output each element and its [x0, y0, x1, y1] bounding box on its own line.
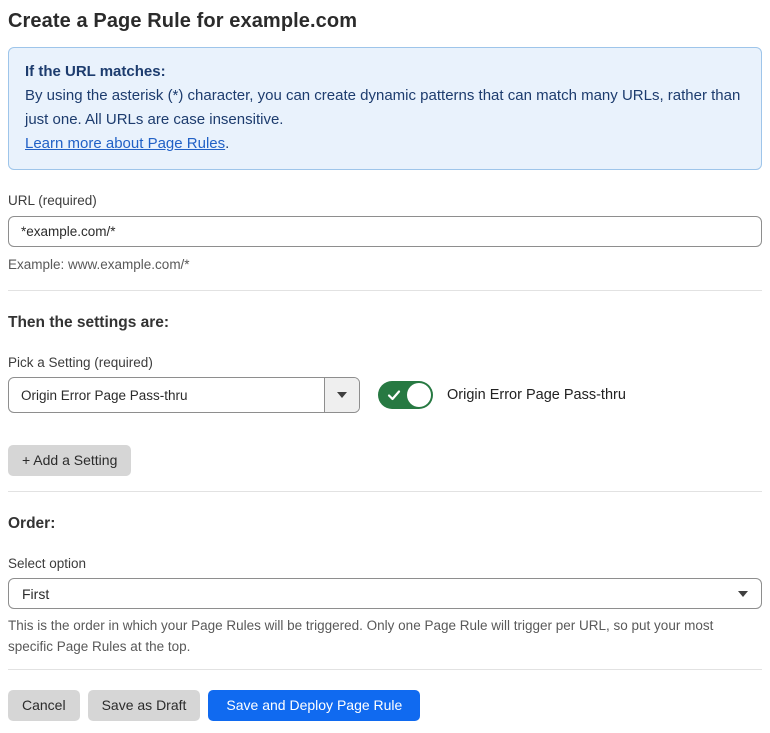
save-deploy-button[interactable]: Save and Deploy Page Rule — [208, 690, 421, 721]
page-rule-form: Create a Page Rule for example.com If th… — [0, 0, 770, 733]
setting-dropdown-arrow-button[interactable] — [324, 378, 359, 412]
divider — [8, 290, 762, 291]
add-setting-button[interactable]: + Add a Setting — [8, 445, 132, 476]
footer-actions: Cancel Save as Draft Save and Deploy Pag… — [8, 690, 762, 721]
cancel-button[interactable]: Cancel — [8, 690, 80, 721]
setting-dropdown-value: Origin Error Page Pass-thru — [21, 387, 188, 403]
link-period: . — [225, 135, 230, 152]
page-title: Create a Page Rule for example.com — [8, 10, 358, 32]
settings-section-heading: Then the settings are: — [8, 314, 170, 331]
learn-more-link[interactable]: Learn more about Page Rules — [25, 135, 225, 152]
order-select-label: Select option — [8, 556, 87, 571]
url-field-label: URL (required) — [8, 193, 97, 208]
order-helper-text: This is the order in which your Page Rul… — [8, 618, 714, 654]
chevron-down-icon — [738, 590, 748, 597]
setting-dropdown[interactable]: Origin Error Page Pass-thru — [8, 377, 360, 413]
divider — [8, 491, 762, 492]
save-draft-button[interactable]: Save as Draft — [87, 690, 201, 721]
pick-setting-label: Pick a Setting (required) — [8, 355, 153, 370]
info-box-body: By using the asterisk (*) character, you… — [25, 87, 741, 128]
setting-row: Origin Error Page Pass-thru Origin Error… — [8, 377, 762, 413]
chevron-down-icon — [337, 392, 347, 398]
url-match-info-box: If the URL matches: By using the asteris… — [8, 47, 762, 170]
toggle-knob — [407, 383, 431, 407]
url-example-helper: Example: www.example.com/* — [8, 257, 190, 272]
setting-toggle[interactable] — [378, 381, 433, 409]
info-box-heading: If the URL matches: — [25, 63, 166, 80]
setting-toggle-label: Origin Error Page Pass-thru — [447, 387, 626, 403]
divider — [8, 669, 762, 670]
order-section-heading: Order: — [8, 515, 56, 532]
url-input[interactable] — [8, 216, 762, 247]
info-box-link-line: Learn more about Page Rules. — [25, 132, 745, 156]
order-select-value: First — [22, 585, 50, 602]
check-icon — [387, 390, 401, 401]
order-select[interactable]: First — [8, 578, 762, 609]
